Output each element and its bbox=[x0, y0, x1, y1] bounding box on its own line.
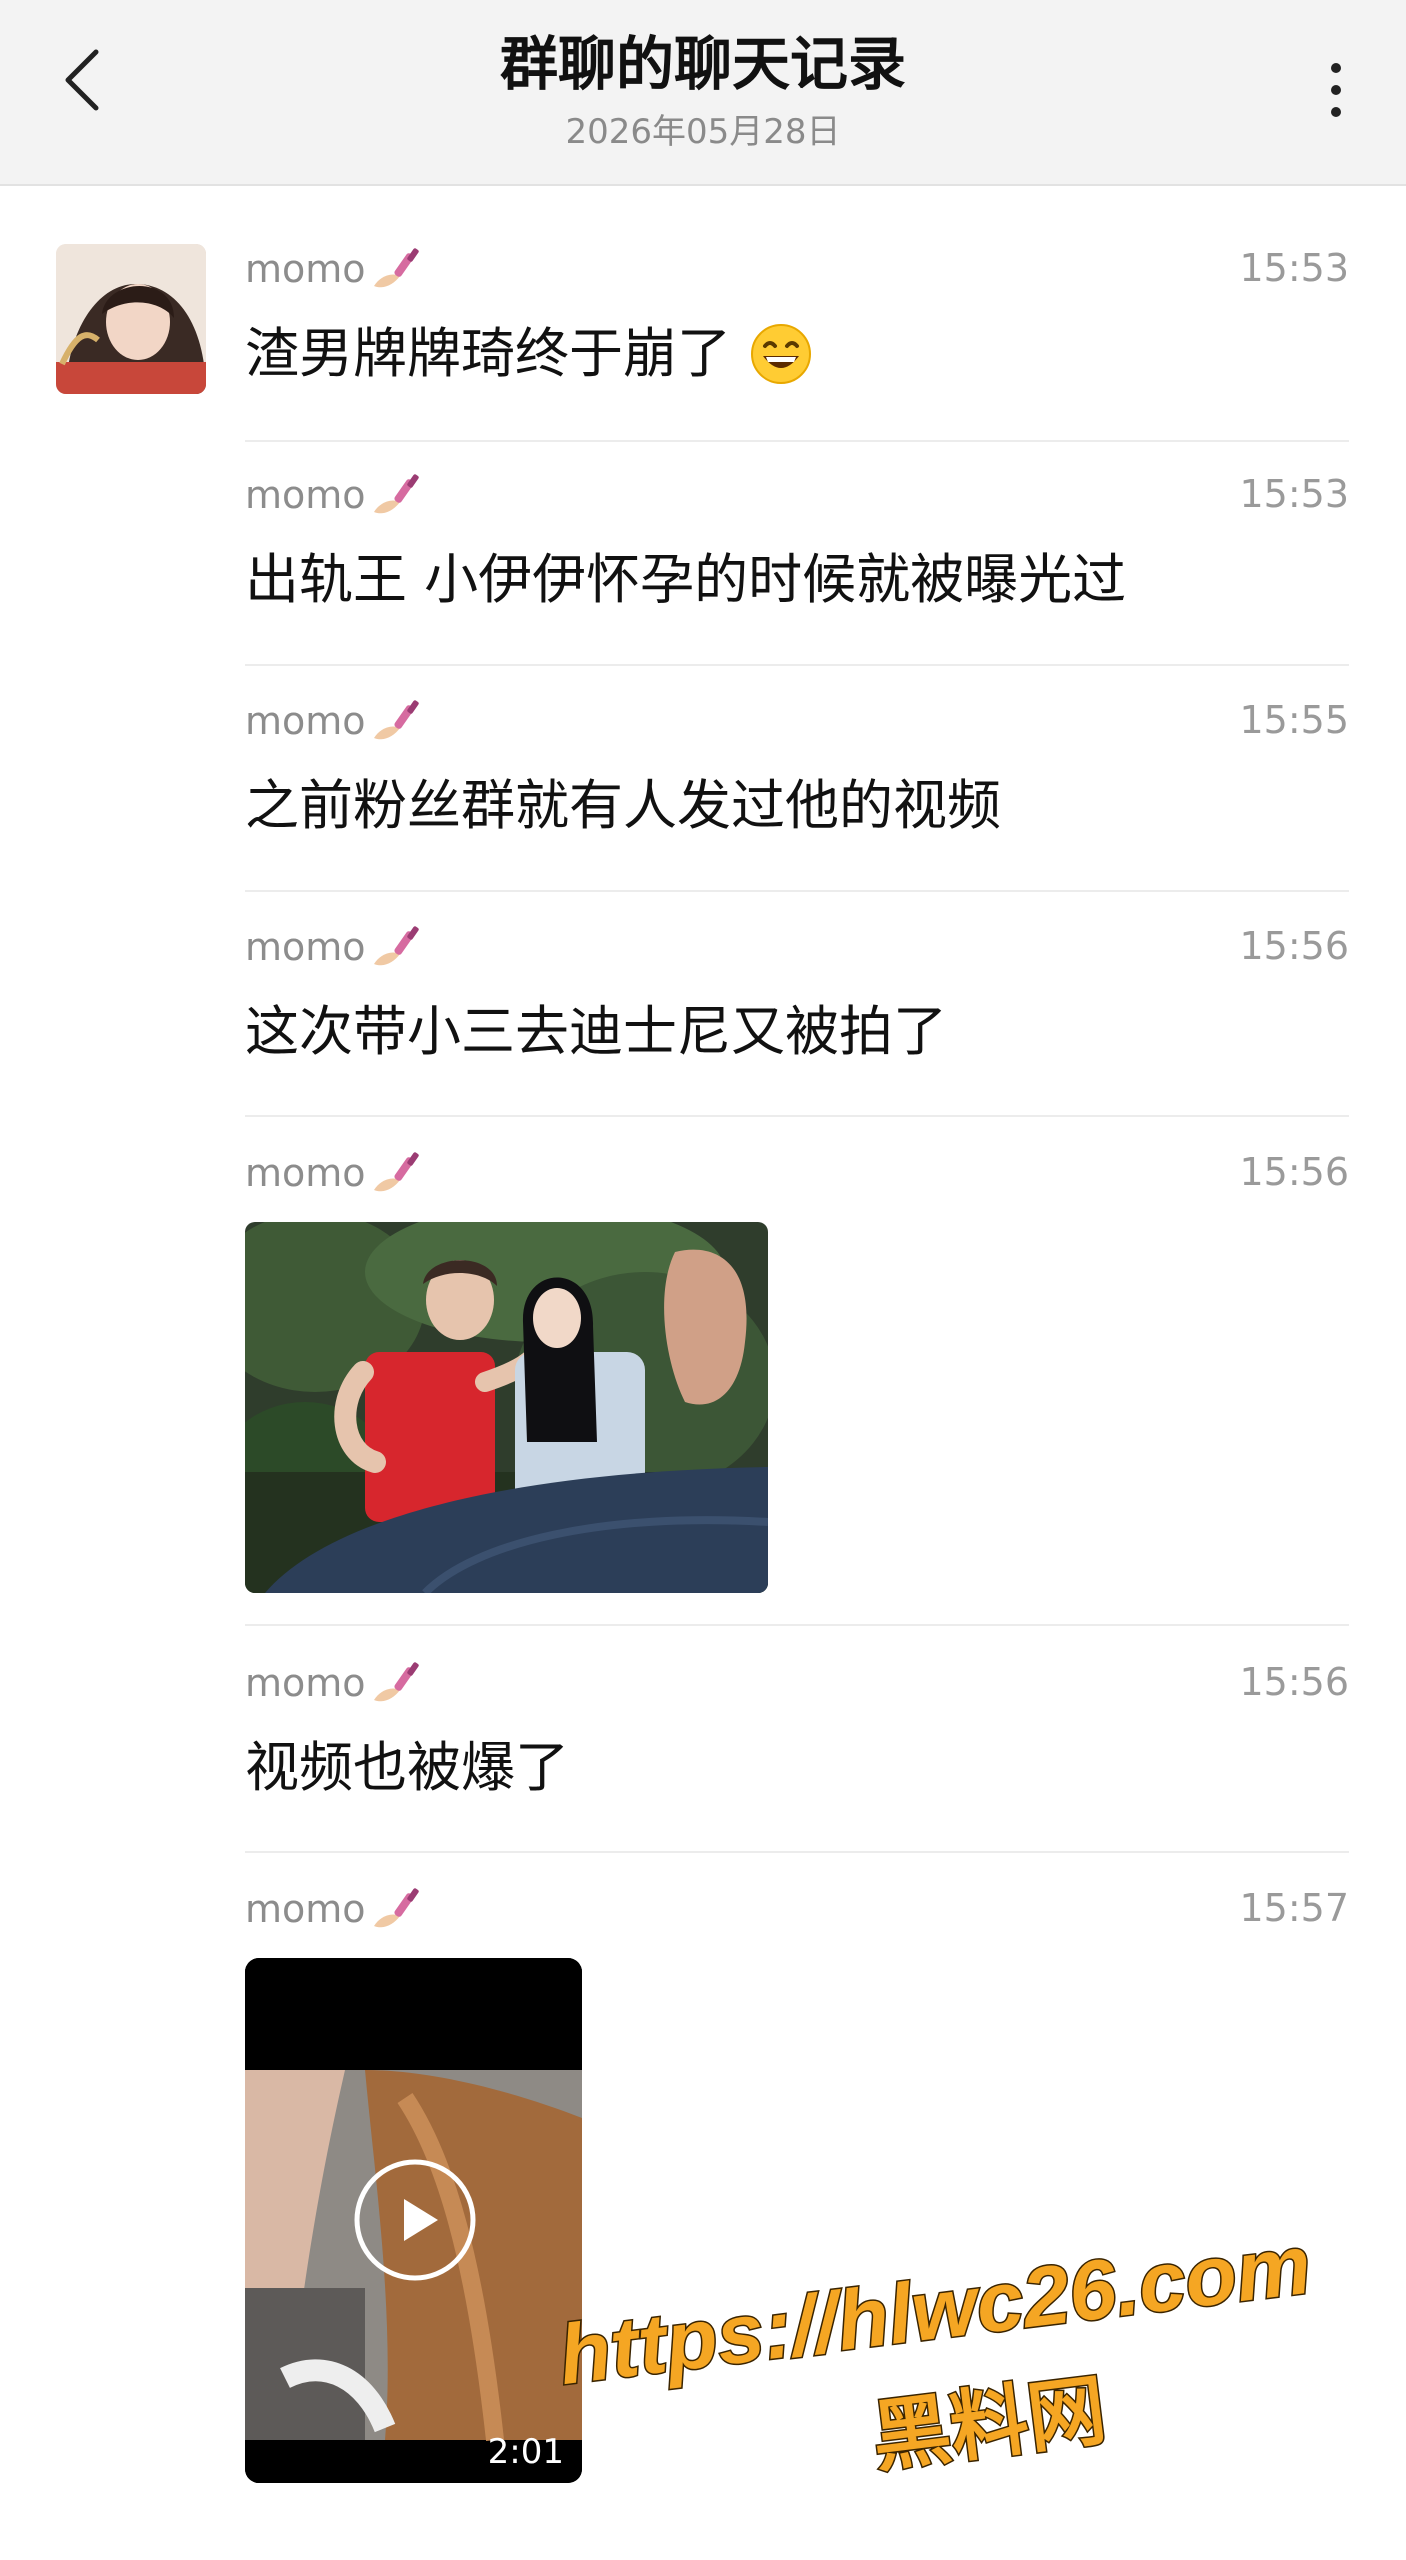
nail-polish-icon bbox=[373, 700, 419, 740]
nail-polish-icon bbox=[373, 248, 419, 288]
message-video[interactable]: 2:01 bbox=[245, 1958, 582, 2483]
message-time: 15:53 bbox=[1239, 472, 1349, 516]
message-time: 15:56 bbox=[1239, 1150, 1349, 1194]
sender-name: momo bbox=[245, 473, 366, 518]
message-text: 之前粉丝群就有人发过他的视频 bbox=[245, 774, 1001, 837]
message-text: 视频也被爆了 bbox=[245, 1736, 569, 1799]
chat-message[interactable]: momo 15:57 2:01 bbox=[245, 1886, 1349, 2526]
avatar-image bbox=[56, 244, 206, 394]
grinning-face-emoji-icon bbox=[751, 324, 811, 385]
chat-message[interactable]: momo 15:53 渣男牌牌琦终于崩了 bbox=[245, 246, 1349, 442]
sender-name: momo bbox=[245, 1661, 366, 1706]
page-date: 2026年05月28日 bbox=[565, 112, 841, 152]
message-text: 出轨王 小伊伊怀孕的时候就被曝光过 bbox=[245, 548, 1127, 611]
page-title: 群聊的聊天记录 bbox=[499, 30, 906, 98]
message-time: 15:57 bbox=[1239, 1886, 1349, 1930]
nail-polish-icon bbox=[373, 474, 419, 514]
chat-message[interactable]: momo 15:55 之前粉丝群就有人发过他的视频 bbox=[245, 698, 1349, 892]
nail-polish-icon bbox=[373, 1888, 419, 1928]
chat-message[interactable]: momo 15:56 这次带小三去迪士尼又被拍了 bbox=[245, 924, 1349, 1117]
chat-message[interactable]: momo 15:56 bbox=[245, 1150, 1349, 1626]
sender-name: momo bbox=[245, 925, 366, 970]
message-text: 渣男牌牌琦终于崩了 bbox=[245, 322, 731, 385]
message-time: 15:55 bbox=[1239, 698, 1349, 742]
sender-name: momo bbox=[245, 1887, 366, 1932]
avatar[interactable] bbox=[56, 244, 206, 394]
message-text: 这次带小三去迪士尼又被拍了 bbox=[245, 1000, 947, 1063]
play-icon[interactable] bbox=[352, 2157, 478, 2283]
nail-polish-icon bbox=[373, 1152, 419, 1192]
message-time: 15:56 bbox=[1239, 1660, 1349, 1704]
message-photo[interactable] bbox=[245, 1222, 768, 1593]
message-time: 15:53 bbox=[1239, 246, 1349, 290]
nail-polish-icon bbox=[373, 1662, 419, 1702]
sender-name: momo bbox=[245, 1151, 366, 1196]
header-bar: 群聊的聊天记录 2026年05月28日 bbox=[0, 0, 1406, 186]
photo-image bbox=[245, 1222, 768, 1593]
sender-name: momo bbox=[245, 247, 366, 292]
chat-message[interactable]: momo 15:56 视频也被爆了 bbox=[245, 1660, 1349, 1853]
chat-message[interactable]: momo 15:53 出轨王 小伊伊怀孕的时候就被曝光过 bbox=[245, 472, 1349, 666]
more-vertical-icon bbox=[1331, 63, 1341, 117]
sender-name: momo bbox=[245, 699, 366, 744]
video-duration: 2:01 bbox=[487, 2432, 564, 2472]
nail-polish-icon bbox=[373, 926, 419, 966]
more-button[interactable] bbox=[1306, 50, 1366, 130]
message-time: 15:56 bbox=[1239, 924, 1349, 968]
